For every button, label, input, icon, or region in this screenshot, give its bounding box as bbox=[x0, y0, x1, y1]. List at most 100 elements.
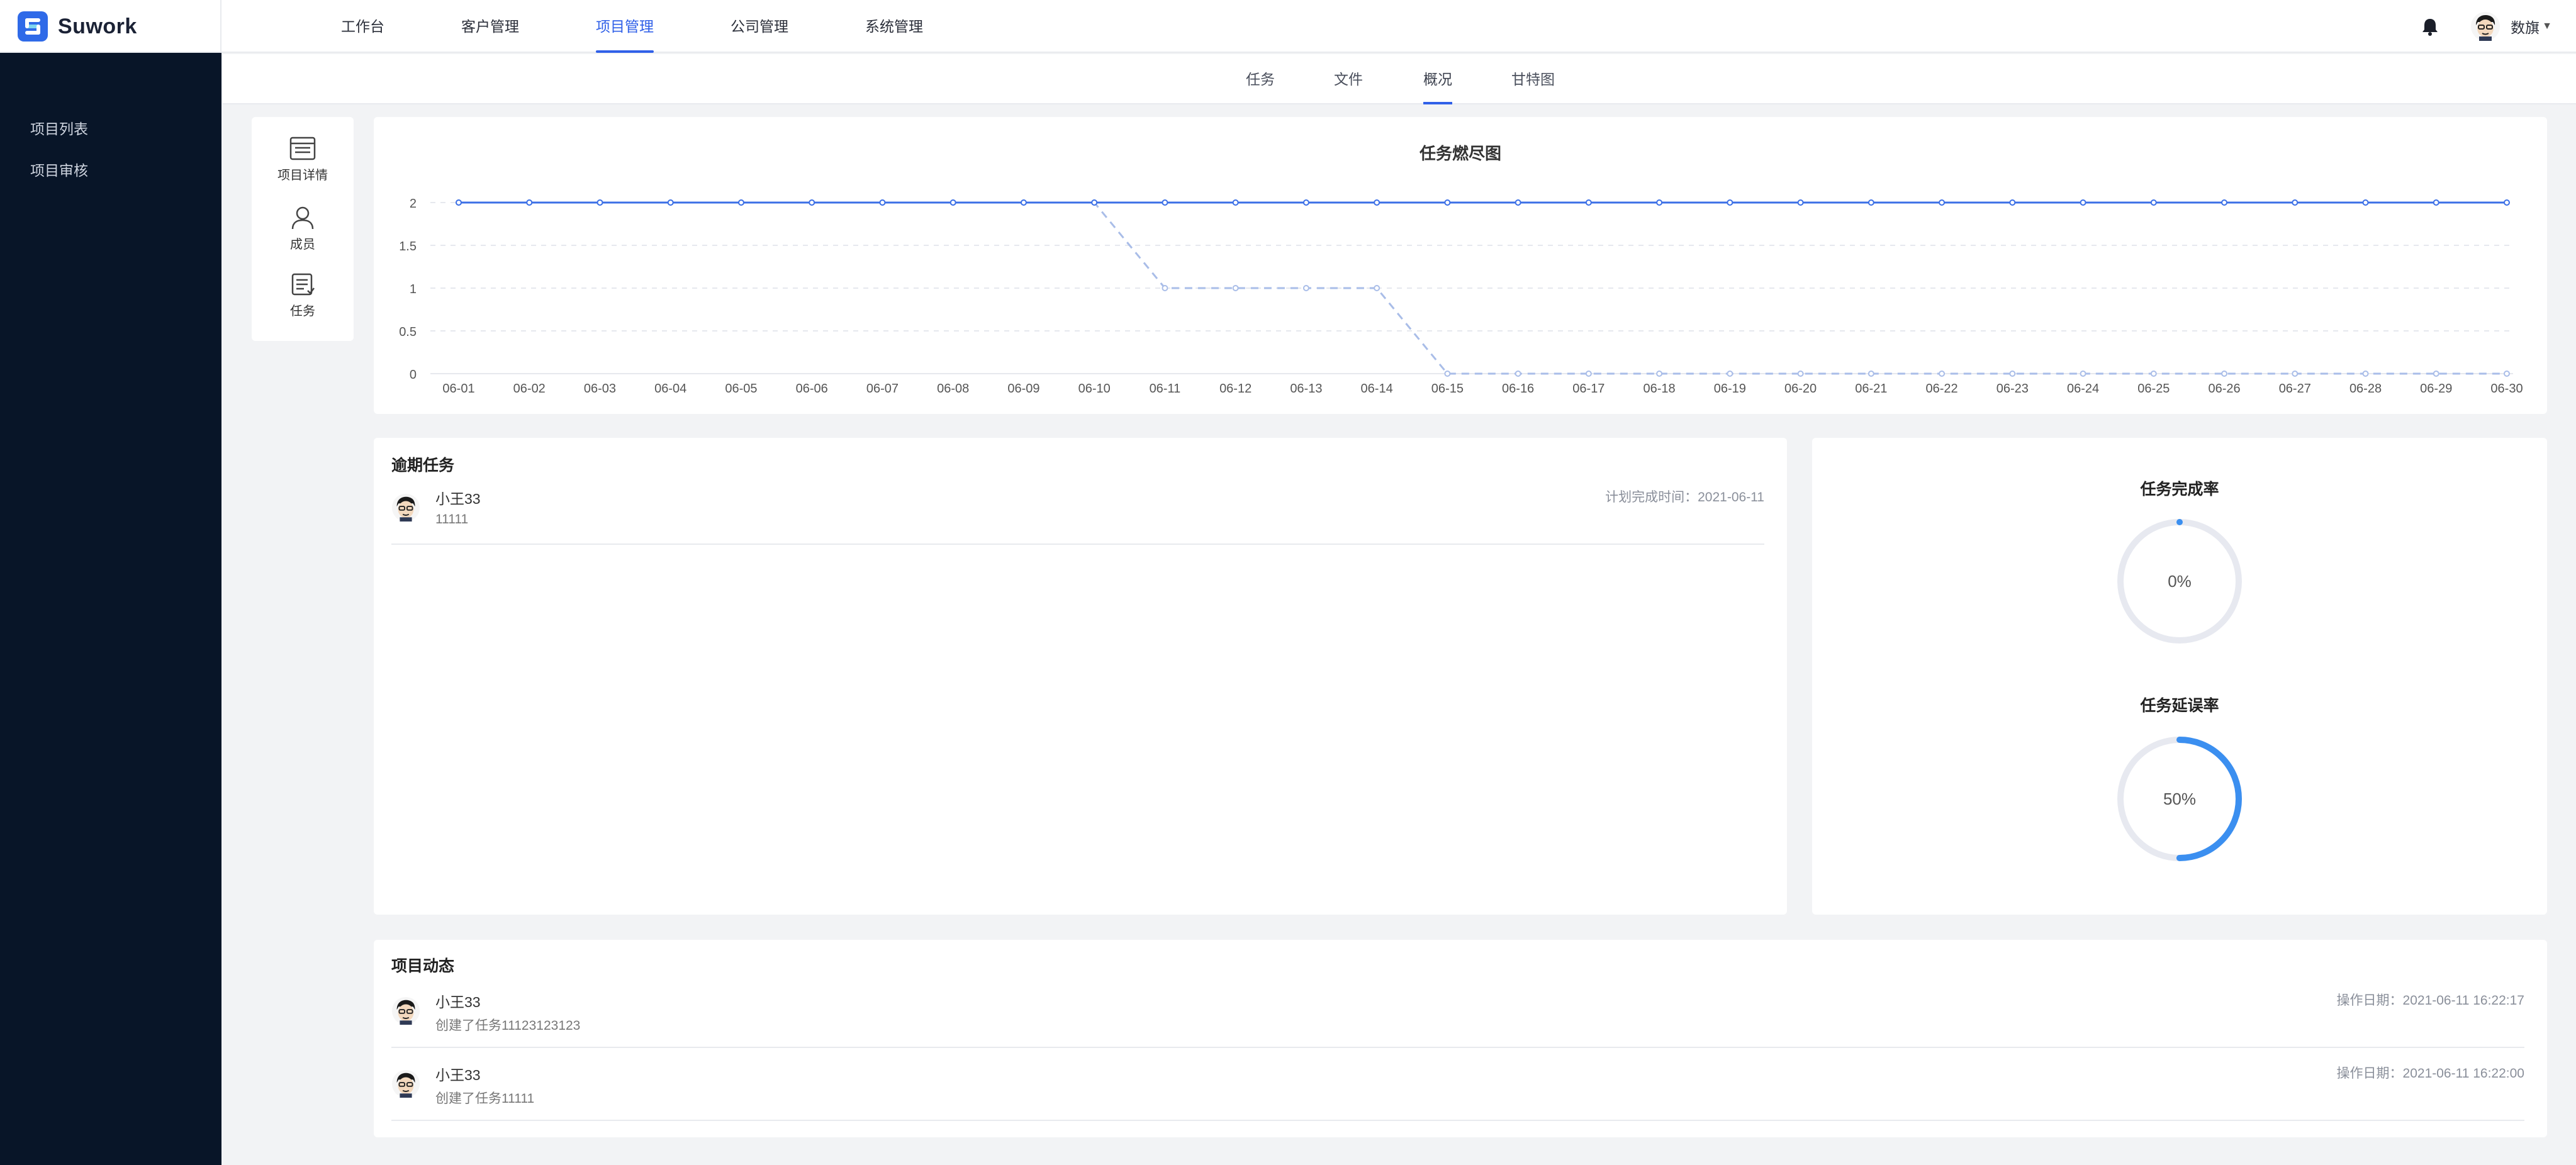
data-point bbox=[1374, 285, 1380, 291]
logo-icon bbox=[18, 11, 48, 42]
delay-rate-value: 50% bbox=[2163, 789, 2196, 808]
actor-name: 小王33 bbox=[435, 1067, 481, 1083]
x-tick-label: 06-06 bbox=[796, 382, 828, 396]
y-tick-label: 0.5 bbox=[399, 325, 417, 339]
topnav-company[interactable]: 公司管理 bbox=[731, 0, 788, 53]
top-nav: 工作台 客户管理 项目管理 公司管理 系统管理 bbox=[341, 0, 1000, 53]
x-tick-label: 06-30 bbox=[2490, 382, 2523, 396]
tab-files[interactable]: 文件 bbox=[1334, 54, 1363, 104]
user-name[interactable]: 数旗 bbox=[2511, 16, 2540, 37]
data-point bbox=[2504, 371, 2510, 377]
x-tick-label: 06-29 bbox=[2420, 382, 2452, 396]
logo[interactable]: Suwork bbox=[0, 0, 221, 53]
x-tick-label: 06-13 bbox=[1290, 382, 1322, 396]
x-tick-label: 06-27 bbox=[2279, 382, 2311, 396]
x-tick-label: 06-09 bbox=[1007, 382, 1039, 396]
data-point bbox=[1585, 199, 1592, 206]
data-point bbox=[809, 199, 815, 206]
completion-rate-title: 任务完成率 bbox=[2140, 481, 2219, 498]
x-tick-label: 06-24 bbox=[2067, 382, 2099, 396]
avatar[interactable] bbox=[2470, 11, 2500, 42]
burndown-chart: 0 0.5 1 1.5 2 06-01 06-02 06-03 06-04 06-05 06-06 0… bbox=[399, 197, 2523, 396]
data-point bbox=[1020, 199, 1027, 206]
data-point bbox=[2150, 199, 2157, 206]
data-point bbox=[1232, 285, 1239, 291]
data-point bbox=[2362, 199, 2369, 206]
data-point bbox=[1444, 199, 1451, 206]
data-point bbox=[1515, 199, 1521, 206]
sidebar-item-project-list[interactable]: 项目列表 bbox=[30, 117, 88, 138]
x-tick-label: 06-25 bbox=[2137, 382, 2170, 396]
topnav-customers[interactable]: 客户管理 bbox=[461, 0, 519, 53]
completion-rate-ring: 0% bbox=[2117, 519, 2242, 644]
bell-icon[interactable] bbox=[2417, 14, 2443, 39]
planned-finish-time: 计划完成时间：2021-06-11 bbox=[1605, 490, 1764, 504]
completion-rate-value: 0% bbox=[2168, 572, 2192, 591]
overdue-title: 逾期任务 bbox=[391, 457, 455, 474]
x-tick-label: 06-20 bbox=[1784, 382, 1817, 396]
tab-gantt[interactable]: 甘特图 bbox=[1511, 54, 1555, 104]
actor-name: 小王33 bbox=[435, 994, 481, 1010]
rates-card: 任务完成率 0% 任务延误率 50% bbox=[1812, 438, 2547, 915]
data-point bbox=[2150, 371, 2157, 377]
tasks-label: 任务 bbox=[290, 304, 315, 318]
data-point bbox=[1585, 371, 1592, 377]
project-detail-label: 项目详情 bbox=[277, 169, 328, 182]
list-item[interactable]: 小王33 创建了任务11123123123 操作日期：2021-06-11 16… bbox=[391, 990, 2524, 1048]
activity-desc: 创建了任务11111 bbox=[435, 1091, 535, 1106]
task-list-icon bbox=[291, 273, 315, 296]
activity-title: 项目动态 bbox=[391, 957, 455, 975]
tasks-button[interactable]: 任务 bbox=[252, 272, 354, 319]
list-item[interactable]: 小王33 创建了任务11111 操作日期：2021-06-11 16:22:00 bbox=[391, 1063, 2524, 1121]
x-tick-label: 06-14 bbox=[1361, 382, 1393, 396]
data-point bbox=[2362, 371, 2369, 377]
x-tick-label: 06-08 bbox=[937, 382, 969, 396]
x-tick-label: 06-11 bbox=[1150, 382, 1181, 396]
overdue-tasks-card: 逾期任务 小王33 11111 计划完成时间：2021-06-11 bbox=[374, 438, 1787, 915]
topnav-projects[interactable]: 项目管理 bbox=[596, 0, 654, 53]
members-label: 成员 bbox=[290, 238, 315, 252]
x-tick-label: 06-21 bbox=[1855, 382, 1887, 396]
x-tick-label: 06-07 bbox=[866, 382, 899, 396]
data-point bbox=[2080, 199, 2086, 206]
data-point bbox=[949, 199, 956, 206]
avatar bbox=[391, 493, 420, 522]
topnav-workbench[interactable]: 工作台 bbox=[341, 0, 384, 53]
x-tick-label: 06-10 bbox=[1078, 382, 1111, 396]
tab-tasks[interactable]: 任务 bbox=[1246, 54, 1275, 104]
sidebar-item-project-review[interactable]: 项目审核 bbox=[30, 159, 88, 180]
top-header: Suwork 工作台 客户管理 项目管理 公司管理 系统管理 数旗 ▼ bbox=[0, 0, 2576, 53]
data-point bbox=[2221, 199, 2228, 206]
y-tick-label: 1.5 bbox=[399, 240, 417, 254]
delay-rate-ring: 50% bbox=[2117, 737, 2242, 861]
data-point bbox=[2221, 371, 2228, 377]
task-name: 11111 bbox=[435, 512, 469, 527]
delay-rate-title: 任务延误率 bbox=[2140, 697, 2219, 715]
x-tick-label: 06-22 bbox=[1925, 382, 1957, 396]
data-point bbox=[1727, 199, 1733, 206]
project-detail-button[interactable]: 项目详情 bbox=[252, 136, 354, 183]
sub-nav: 任务 文件 概况 甘特图 bbox=[223, 54, 2576, 104]
members-button[interactable]: 成员 bbox=[252, 205, 354, 252]
data-point bbox=[1302, 285, 1309, 291]
app-name: Suwork bbox=[58, 14, 137, 38]
x-tick-label: 06-04 bbox=[654, 382, 686, 396]
data-point bbox=[737, 199, 744, 206]
avatar bbox=[391, 996, 420, 1025]
data-point bbox=[456, 199, 462, 206]
x-tick-label: 06-17 bbox=[1572, 382, 1604, 396]
x-tick-label: 06-12 bbox=[1219, 382, 1252, 396]
document-icon bbox=[289, 137, 316, 160]
y-tick-label: 0 bbox=[410, 368, 417, 382]
data-point bbox=[2433, 199, 2439, 206]
sidebar: 项目列表 项目审核 bbox=[0, 53, 221, 1165]
x-tick-label: 06-05 bbox=[725, 382, 757, 396]
x-tick-label: 06-23 bbox=[1996, 382, 2029, 396]
chevron-down-icon[interactable]: ▼ bbox=[2542, 21, 2552, 32]
data-point bbox=[1868, 199, 1874, 206]
assignee-name: 小王33 bbox=[435, 491, 481, 507]
list-item[interactable]: 小王33 11111 计划完成时间：2021-06-11 bbox=[391, 487, 1764, 545]
topnav-system[interactable]: 系统管理 bbox=[865, 0, 923, 53]
data-point bbox=[1444, 371, 1451, 377]
tab-overview[interactable]: 概况 bbox=[1423, 54, 1452, 104]
